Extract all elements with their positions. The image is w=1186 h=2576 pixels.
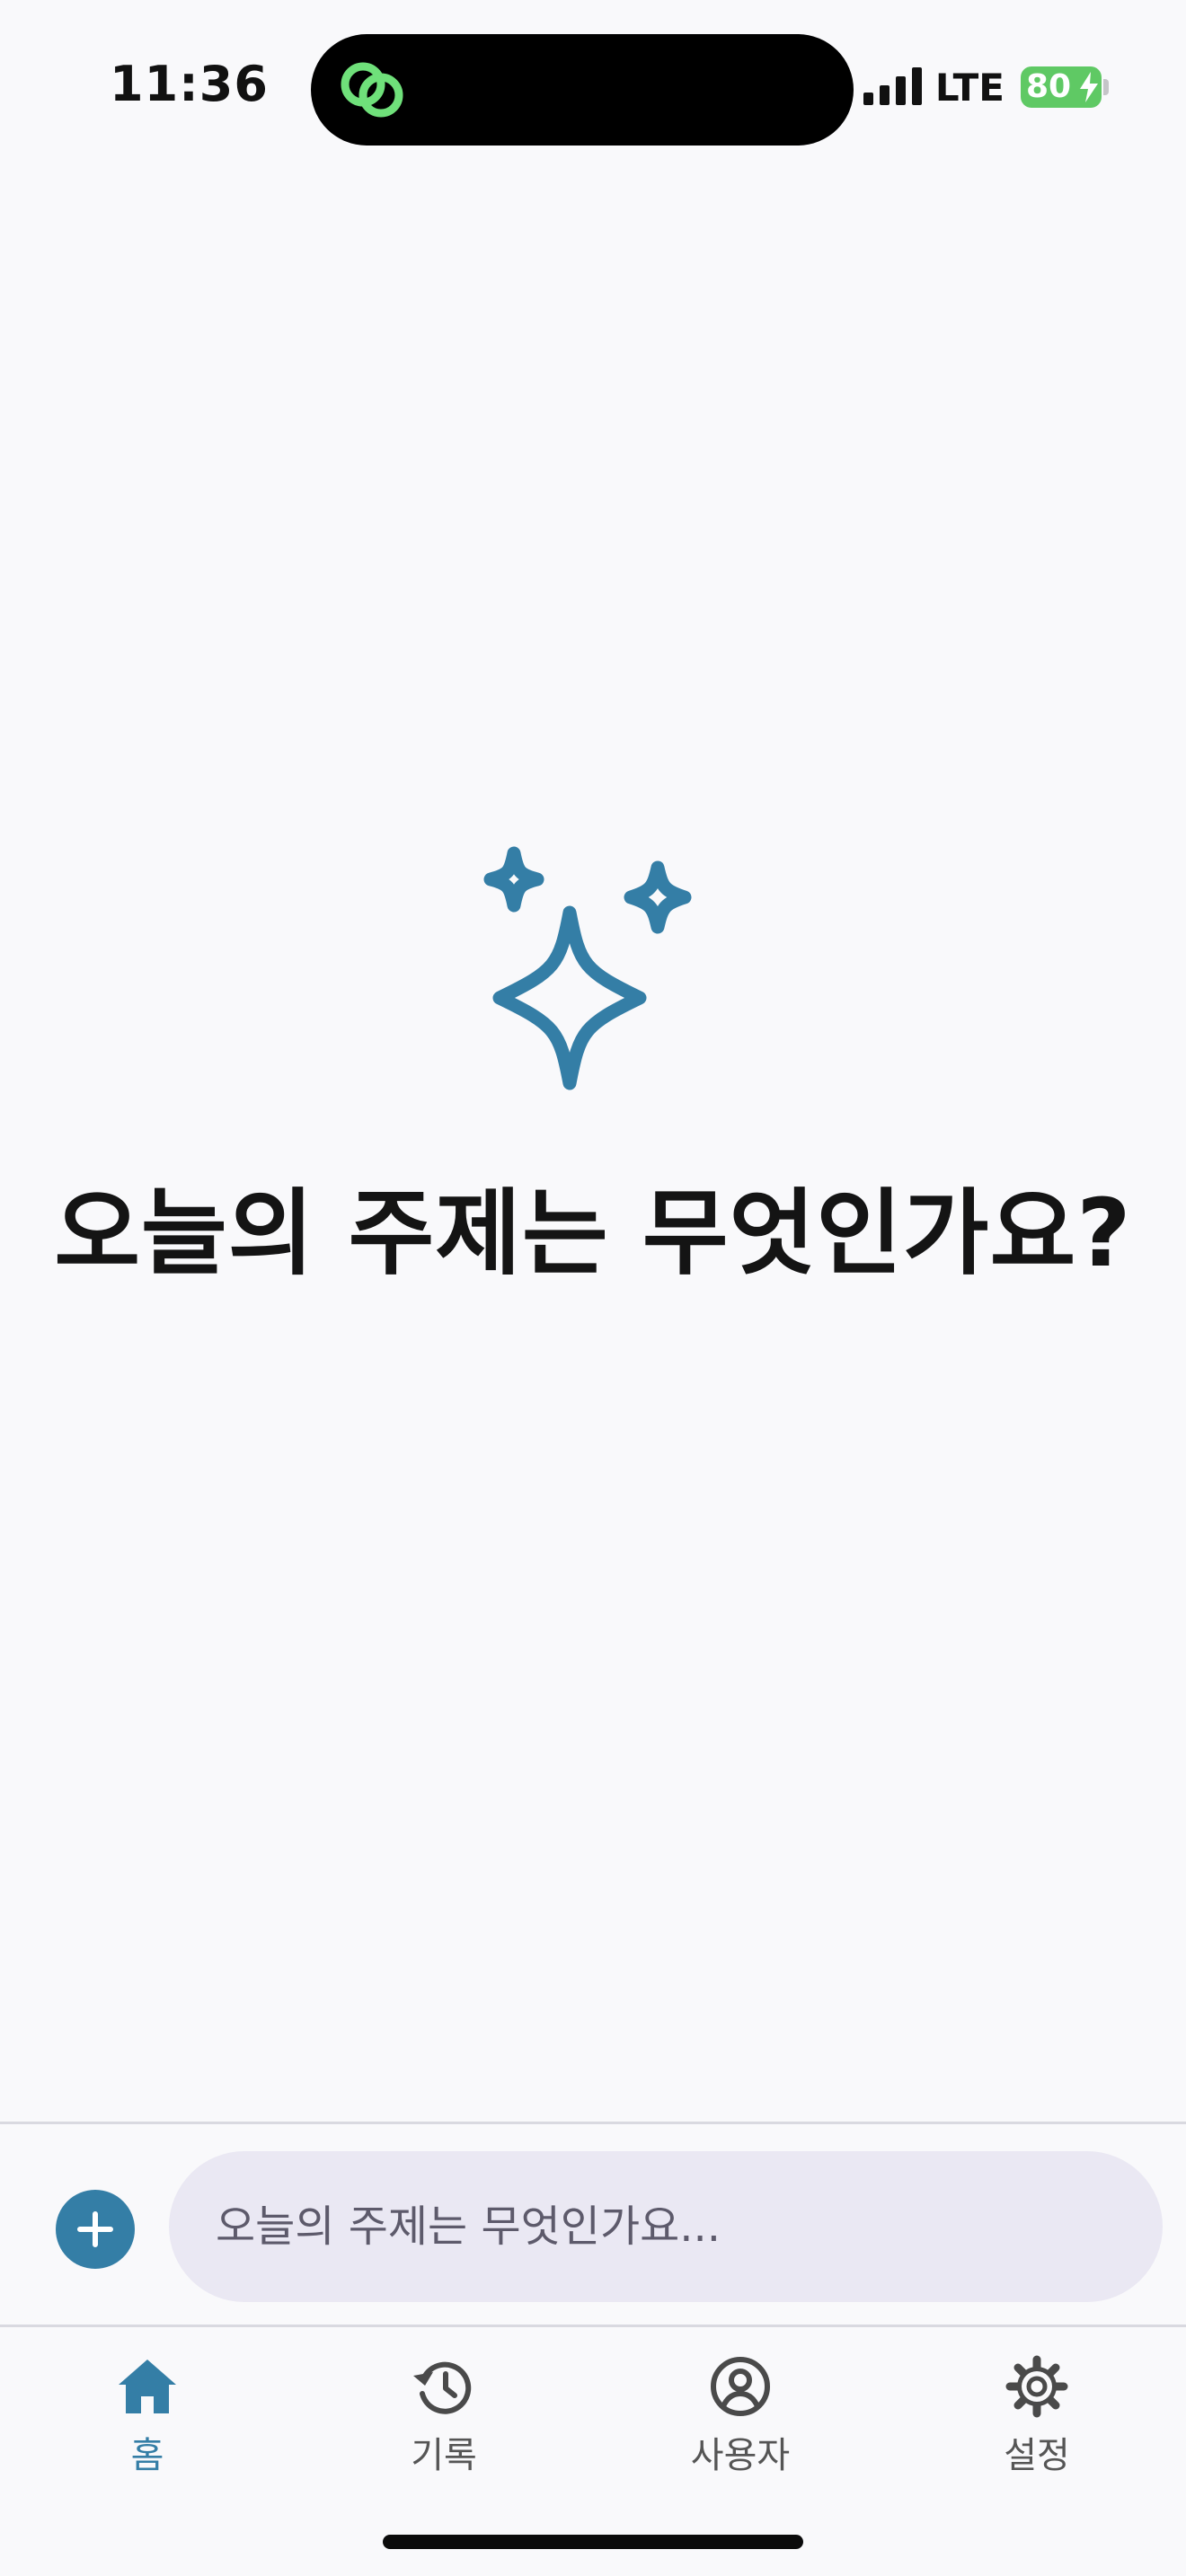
tab-home[interactable]: 홈: [58, 2354, 237, 2480]
tab-label: 기록: [411, 2435, 477, 2476]
user-icon: [711, 2357, 770, 2416]
charging-bolt-icon: [1080, 72, 1098, 102]
gear-icon: [1005, 2355, 1068, 2418]
battery-cap: [1103, 79, 1109, 95]
battery-percent: 80: [1026, 68, 1072, 105]
status-bar: 11:36 LTE 80: [0, 0, 1186, 171]
tab-settings[interactable]: 설정: [947, 2354, 1127, 2480]
home-indicator: [383, 2535, 803, 2549]
home-icon: [119, 2360, 176, 2413]
dynamic-island: [311, 34, 854, 146]
tab-label: 홈: [130, 2435, 164, 2476]
link-icon: [341, 62, 403, 118]
network-type: LTE: [934, 65, 1005, 110]
history-icon: [413, 2361, 472, 2414]
tab-label: 설정: [1004, 2435, 1070, 2476]
tab-user[interactable]: 사용자: [651, 2354, 830, 2480]
add-button[interactable]: [56, 2190, 135, 2269]
tab-label: 사용자: [690, 2435, 791, 2476]
status-time: 11:36: [110, 56, 269, 112]
topic-input[interactable]: [169, 2151, 1163, 2302]
cellular-signal-icon: [863, 67, 922, 105]
topic-composer: [0, 2122, 1186, 2325]
app-screen: 11:36 LTE 80 오늘의 주제는 무엇인가요? 오늘의 주제는 무엇인가…: [0, 0, 1186, 2576]
sparkles-icon: [483, 846, 692, 1090]
battery-indicator: 80: [1021, 66, 1102, 108]
plus-icon: [77, 2211, 113, 2247]
tab-history[interactable]: 기록: [354, 2354, 534, 2480]
status-indicators: LTE 80: [863, 65, 1109, 110]
page-title: 오늘의 주제는 무엇인가요?: [54, 1178, 1132, 1288]
